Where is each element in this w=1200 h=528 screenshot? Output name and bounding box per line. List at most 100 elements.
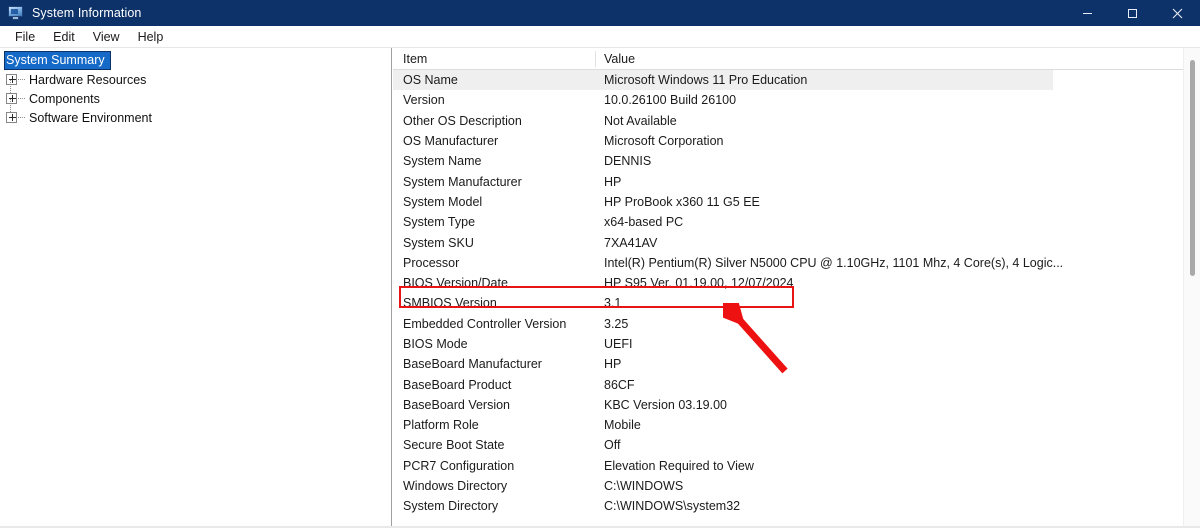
tree-item-components[interactable]: Components	[0, 80, 391, 108]
cell-item: BaseBoard Manufacturer	[393, 357, 596, 371]
table-row[interactable]: BIOS Version/Date HP S95 Ver. 01.19.00, 1…	[393, 273, 1200, 293]
cell-item: BaseBoard Version	[393, 398, 596, 412]
cell-value: x64-based PC	[596, 215, 1200, 229]
cell-item-text: Windows Directory	[403, 479, 508, 494]
cell-value: Mobile	[596, 418, 1200, 432]
cell-item: Processor	[393, 256, 596, 270]
tree-item-hardware-resources[interactable]: Hardware Resources	[0, 70, 391, 89]
table-row[interactable]: Other OS Description Not Available	[393, 111, 1200, 131]
cell-value-text: Mobile	[604, 418, 641, 433]
cell-item: BaseBoard Product	[393, 378, 596, 392]
menu-view[interactable]: View	[84, 29, 129, 45]
table-row[interactable]: System Type x64-based PC	[393, 212, 1200, 232]
tree-connector-dash	[18, 98, 25, 99]
table-row[interactable]: System SKU 7XA41AV	[393, 232, 1200, 252]
table-row[interactable]: OS Name Microsoft Windows 11 Pro Educatio…	[393, 70, 1200, 91]
cell-item-text: SMBIOS Version	[403, 296, 497, 311]
cell-item: Other OS Description	[393, 114, 596, 128]
tree-item-system-summary[interactable]: System Summary	[0, 51, 391, 70]
tree-item-label: Components	[29, 91, 100, 106]
table-row[interactable]: Embedded Controller Version 3.25	[393, 314, 1200, 334]
title-bar: System Information	[0, 0, 1200, 26]
cell-item-text: OS Manufacturer	[403, 134, 499, 149]
table-row[interactable]: Windows Directory C:\WINDOWS	[393, 476, 1200, 496]
table-row[interactable]: Processor Intel(R) Pentium(R) Silver N500…	[393, 253, 1200, 273]
menu-file[interactable]: File	[6, 29, 44, 45]
cell-value: C:\WINDOWS	[596, 479, 1200, 493]
cell-item: SMBIOS Version	[393, 296, 596, 310]
cell-item-text: BaseBoard Version	[403, 397, 511, 412]
scrollbar-thumb[interactable]	[1190, 60, 1195, 276]
window-title: System Information	[32, 6, 142, 20]
expand-plus-icon[interactable]	[6, 112, 17, 123]
cell-item: Secure Boot State	[393, 438, 596, 452]
cell-value-text: 7XA41AV	[604, 235, 658, 250]
table-row[interactable]: BIOS Mode UEFI	[393, 334, 1200, 354]
tree-item-label: Software Environment	[29, 110, 152, 125]
table-row[interactable]: BaseBoard Product 86CF	[393, 374, 1200, 394]
cell-value-text: Intel(R) Pentium(R) Silver N5000 CPU @ 1…	[604, 255, 1064, 270]
table-row[interactable]: Version 10.0.26100 Build 26100	[393, 90, 1200, 110]
cell-item: Windows Directory	[393, 479, 596, 493]
table-row[interactable]: BaseBoard Version KBC Version 03.19.00	[393, 395, 1200, 415]
menu-bar: File Edit View Help	[0, 26, 1200, 48]
cell-item: System Model	[393, 195, 596, 209]
expand-plus-icon[interactable]	[6, 93, 17, 104]
table-row[interactable]: System Model HP ProBook x360 11 G5 EE	[393, 192, 1200, 212]
cell-item: Embedded Controller Version	[393, 317, 596, 331]
table-row[interactable]: System Manufacturer HP	[393, 171, 1200, 191]
cell-value: KBC Version 03.19.00	[596, 398, 1200, 412]
close-button[interactable]	[1155, 0, 1200, 26]
cell-value: UEFI	[596, 337, 1200, 351]
cell-item-text: Secure Boot State	[403, 438, 505, 453]
vertical-scrollbar[interactable]	[1183, 48, 1200, 528]
cell-value-text: UEFI	[604, 337, 633, 351]
cell-item: System Manufacturer	[393, 175, 596, 189]
cell-item-text: Platform Role	[403, 418, 479, 433]
cell-item-text: BIOS Mode	[403, 337, 468, 351]
cell-value: HP S95 Ver. 01.19.00, 12/07/2024	[596, 276, 1200, 290]
maximize-button[interactable]	[1110, 0, 1155, 26]
cell-value: 86CF	[596, 378, 1200, 392]
column-header-item[interactable]: Item	[393, 48, 596, 70]
menu-edit[interactable]: Edit	[44, 29, 84, 45]
cell-value-text: x64-based PC	[604, 215, 684, 230]
cell-value-text: 86CF	[604, 377, 635, 392]
cell-item-text: OS Name	[403, 73, 458, 88]
table-row[interactable]: PCR7 Configuration Elevation Required to …	[393, 456, 1200, 476]
cell-value-text: HP	[604, 174, 622, 189]
annotation-arrow-icon	[723, 303, 788, 374]
column-header-item-label: Item	[403, 51, 428, 66]
cell-item-text: System Name	[403, 154, 482, 169]
cell-value-text: 10.0.26100 Build 26100	[604, 93, 737, 108]
cell-value: HP	[596, 357, 1200, 371]
navigation-tree-pane: System Summary Hardware Resources Componen…	[0, 48, 392, 528]
menu-help[interactable]: Help	[129, 29, 173, 45]
cell-item: BIOS Mode	[393, 337, 596, 351]
table-row[interactable]: Platform Role Mobile	[393, 415, 1200, 435]
table-row[interactable]: Secure Boot State Off	[393, 435, 1200, 455]
expand-plus-icon[interactable]	[6, 74, 17, 85]
table-row[interactable]: OS Manufacturer Microsoft Corporation	[393, 131, 1200, 151]
cell-value-text: Elevation Required to View	[604, 458, 754, 473]
table-row[interactable]: System Directory C:\WINDOWS\system32	[393, 496, 1200, 516]
cell-item-text: System Model	[403, 194, 483, 209]
column-header-value[interactable]: Value	[596, 48, 1200, 70]
table-row[interactable]: BaseBoard Manufacturer HP	[393, 354, 1200, 374]
cell-value-text: 3.25	[604, 316, 629, 331]
cell-value: Intel(R) Pentium(R) Silver N5000 CPU @ 1…	[596, 256, 1200, 270]
cell-value: Microsoft Corporation	[596, 134, 1200, 148]
table-row[interactable]: System Name DENNIS	[393, 151, 1200, 171]
cell-value-text: HP ProBook x360 11 G5 EE	[604, 194, 760, 209]
cell-value: 3.1	[596, 296, 1200, 310]
cell-value: Off	[596, 438, 1200, 452]
cell-item-text: Embedded Controller Version	[403, 316, 567, 331]
cell-item-text: BIOS Version/Date	[403, 276, 508, 291]
cell-value-text: 3.1	[604, 296, 622, 311]
cell-item: Version	[393, 93, 596, 107]
cell-item-text: Version	[403, 93, 445, 108]
minimize-button[interactable]	[1065, 0, 1110, 26]
cell-value-text: HP	[604, 357, 622, 372]
table-row[interactable]: SMBIOS Version 3.1	[393, 293, 1200, 313]
tree-item-software-environment[interactable]: Software Environment	[0, 99, 391, 127]
